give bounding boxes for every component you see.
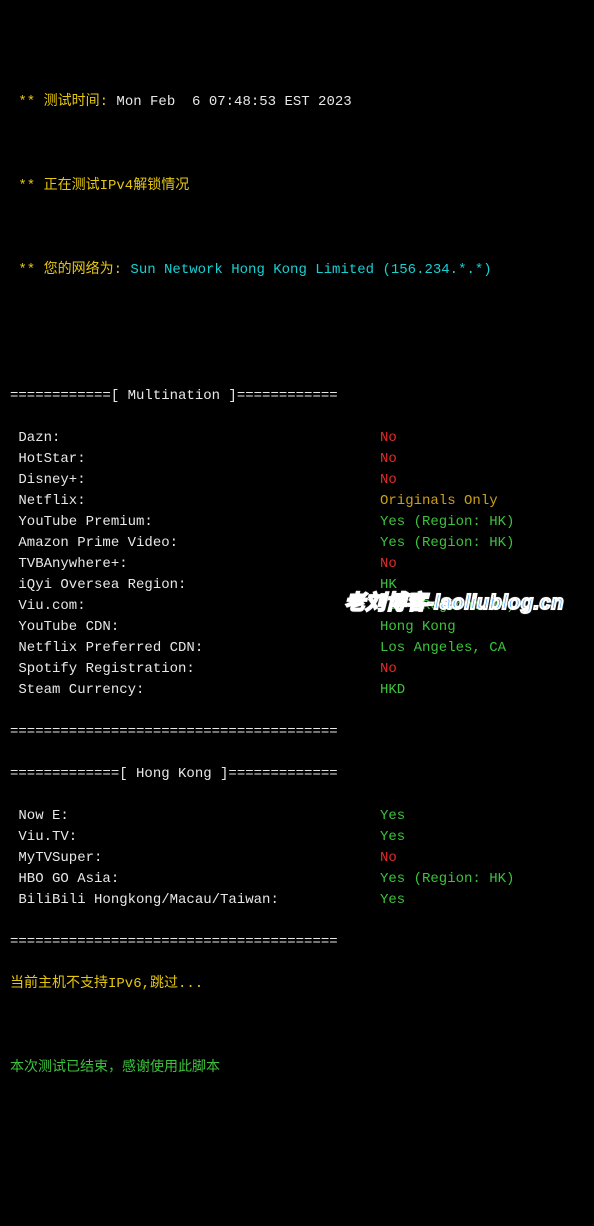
service-label: Amazon Prime Video: <box>10 533 380 554</box>
service-status: Originals Only <box>380 493 498 509</box>
service-status: Hong Kong <box>380 619 456 635</box>
section-divider-hongkong: =============[ Hong Kong ]============= <box>10 764 584 785</box>
result-row: HotStar:No <box>10 449 584 470</box>
service-label: Viu.com: <box>10 596 380 617</box>
service-status: Yes <box>380 892 405 908</box>
blank-line <box>10 218 584 239</box>
service-status: HKD <box>380 682 405 698</box>
service-label: TVBAnywhere+: <box>10 554 380 575</box>
network-value: Sun Network Hong Kong Limited (156.234.*… <box>130 262 491 278</box>
ipv4-testing-line: ** 正在测试IPv4解锁情况 <box>10 176 584 197</box>
network-line: ** 您的网络为: Sun Network Hong Kong Limited … <box>10 260 584 281</box>
result-row: Netflix:Originals Only <box>10 491 584 512</box>
blank-line <box>10 302 584 323</box>
result-row: HBO GO Asia:Yes (Region: HK) <box>10 869 584 890</box>
section-end-divider: ======================================= <box>10 722 584 743</box>
test-time-line: ** 测试时间: Mon Feb 6 07:48:53 EST 2023 <box>10 92 584 113</box>
service-label: MyTVSuper: <box>10 848 380 869</box>
service-status: Yes (Region: HK) <box>380 514 514 530</box>
watermark: 老刘博客-laoliublog.cn <box>345 588 564 618</box>
network-label: ** 您的网络为: <box>10 262 130 278</box>
service-status: Los Angeles, CA <box>380 640 523 656</box>
result-row: MyTVSuper:No <box>10 848 584 869</box>
service-status: No <box>380 661 397 677</box>
result-row: Spotify Registration:No <box>10 659 584 680</box>
test-time-value: Mon Feb 6 07:48:53 EST 2023 <box>116 94 351 110</box>
result-row: Disney+:No <box>10 470 584 491</box>
service-label: Disney+: <box>10 470 380 491</box>
blank-line <box>10 344 584 365</box>
service-status: No <box>380 850 397 866</box>
service-label: Dazn: <box>10 428 380 449</box>
service-label: YouTube CDN: <box>10 617 380 638</box>
result-row: Steam Currency:HKD <box>10 680 584 701</box>
service-status: Yes <box>380 808 405 824</box>
service-label: HotStar: <box>10 449 380 470</box>
ipv6-skip-line: 当前主机不支持IPv6,跳过... <box>10 974 584 995</box>
service-label: iQyi Oversea Region: <box>10 575 380 596</box>
test-time-label: ** 测试时间: <box>10 94 116 110</box>
service-status: Yes <box>380 829 405 845</box>
service-label: Steam Currency: <box>10 680 380 701</box>
service-label: Spotify Registration: <box>10 659 380 680</box>
service-label: Netflix: <box>10 491 380 512</box>
service-status: Yes (Region: HK) <box>380 535 514 551</box>
service-status: No <box>380 472 397 488</box>
result-row: Viu.TV:Yes <box>10 827 584 848</box>
result-row: TVBAnywhere+:No <box>10 554 584 575</box>
result-row: Amazon Prime Video:Yes (Region: HK) <box>10 533 584 554</box>
result-row: YouTube CDN:Hong Kong <box>10 617 584 638</box>
result-row: Netflix Preferred CDN:Los Angeles, CA <box>10 638 584 659</box>
result-row: YouTube Premium:Yes (Region: HK) <box>10 512 584 533</box>
blank-line <box>10 1016 584 1037</box>
section-divider-multination: ============[ Multination ]============ <box>10 386 584 407</box>
service-status: Yes (Region: HK) <box>380 871 514 887</box>
service-label: Now E: <box>10 806 380 827</box>
service-status: No <box>380 451 397 467</box>
result-row: BiliBili Hongkong/Macau/Taiwan:Yes <box>10 890 584 911</box>
service-label: Netflix Preferred CDN: <box>10 638 380 659</box>
end-message-line: 本次测试已结束，感谢使用此脚本 <box>10 1058 584 1079</box>
result-row: Dazn:No <box>10 428 584 449</box>
blank-line <box>10 134 584 155</box>
service-label: Viu.TV: <box>10 827 380 848</box>
result-row: Now E:Yes <box>10 806 584 827</box>
service-label: HBO GO Asia: <box>10 869 380 890</box>
service-status: No <box>380 430 397 446</box>
service-label: YouTube Premium: <box>10 512 380 533</box>
service-status: No <box>380 556 397 572</box>
section-end-divider: ======================================= <box>10 932 584 953</box>
service-label: BiliBili Hongkong/Macau/Taiwan: <box>10 890 380 911</box>
